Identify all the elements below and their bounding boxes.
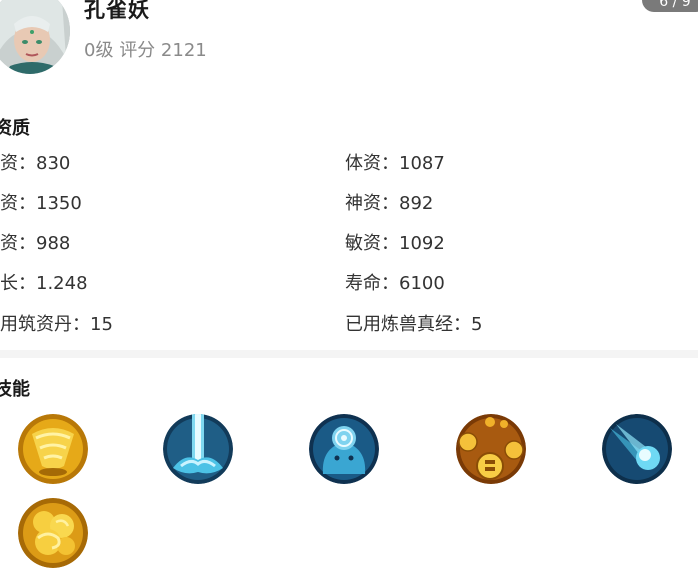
water-spirit-icon[interactable]: [309, 414, 379, 484]
aptitude-stat: 敏资：1092: [345, 233, 445, 254]
aptitude-stat: 法资：988: [0, 233, 71, 254]
golden-whirlwind-icon[interactable]: [18, 414, 88, 484]
skills-title: 技能: [0, 379, 30, 400]
aptitude-stat: 攻资：1350: [0, 193, 82, 214]
aptitude-stat: 功资：830: [0, 153, 71, 174]
section-divider: [0, 350, 698, 358]
water-pillar-icon[interactable]: [163, 414, 233, 484]
palace-coins-icon[interactable]: [456, 414, 526, 484]
aptitude-stat: 体资：1087: [345, 153, 445, 174]
rating-value: 2121: [160, 40, 207, 61]
page-indicator: 6 / 9: [642, 0, 698, 12]
pet-level-rating: 0级 评分 2121: [84, 36, 207, 62]
aptitude-stat: 寿命：6100: [345, 273, 445, 294]
pet-level: 0级: [84, 40, 114, 61]
aptitude-stat: 成长：1.248: [0, 273, 88, 294]
aptitude-stat: 已用筑资丹：15: [0, 314, 113, 335]
rating-label: 评分: [119, 40, 156, 61]
aptitude-title: 资质: [0, 118, 30, 139]
comet-icon[interactable]: [602, 414, 672, 484]
pet-avatar: [0, 0, 70, 74]
golden-cloud-icon[interactable]: [18, 498, 88, 568]
aptitude-stat: 神资：892: [345, 193, 434, 214]
aptitude-stat: 已用炼兽真经：5: [345, 314, 483, 335]
pet-name: 孔雀妖: [84, 0, 150, 22]
